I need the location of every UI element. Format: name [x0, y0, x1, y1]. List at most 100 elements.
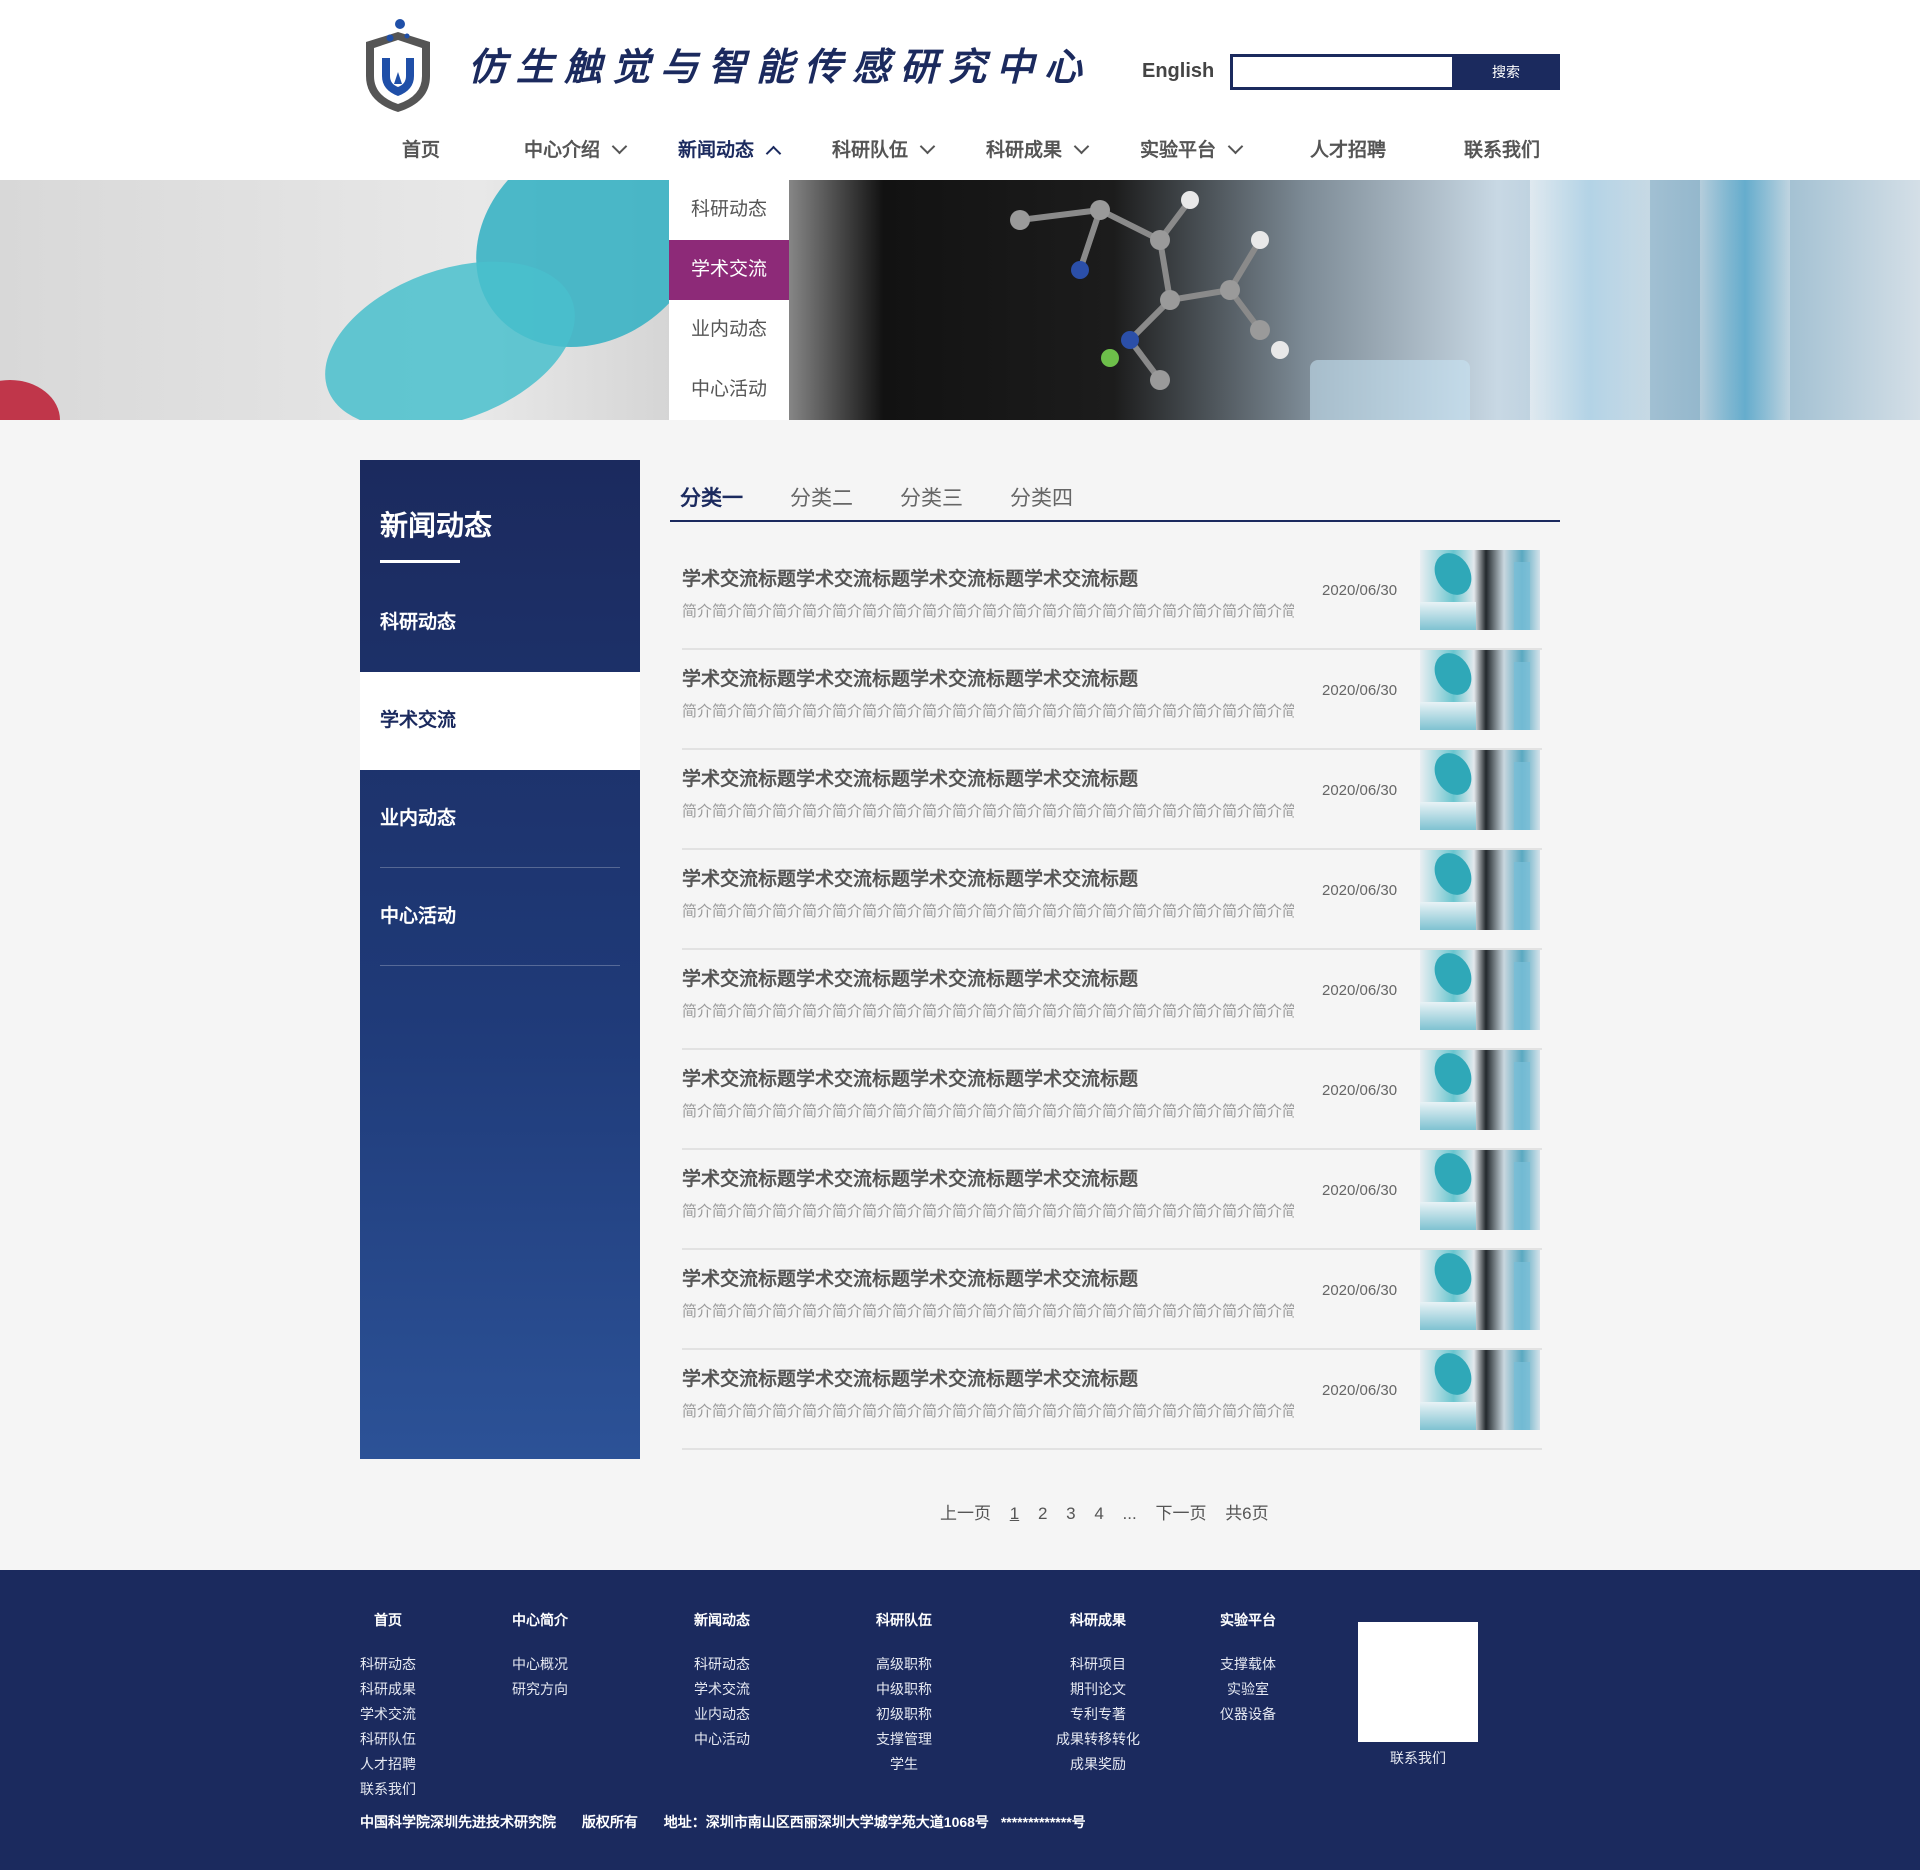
list-item-title[interactable]: 学术交流标题学术交流标题学术交流标题学术交流标题 — [682, 664, 1138, 691]
footer-link[interactable]: 支撑管理 — [876, 1727, 932, 1752]
list-item-intro: 简介简介简介简介简介简介简介简介简介简介简介简介简介简介简介简介简介简介简介简介… — [682, 1303, 1294, 1320]
page-link[interactable]: 4 — [1094, 1504, 1103, 1524]
search-input[interactable] — [1230, 54, 1452, 90]
tab-category-4[interactable]: 分类四 — [1010, 482, 1073, 512]
footer-link[interactable]: 业内动态 — [694, 1702, 750, 1727]
footer-col-heading[interactable]: 新闻动态 — [694, 1610, 750, 1630]
sidebar-item-industry-news[interactable]: 业内动态 — [360, 770, 640, 868]
sidebar-item-center-activities[interactable]: 中心活动 — [360, 868, 640, 966]
footer-link[interactable]: 中心概况 — [512, 1652, 568, 1677]
footer-link[interactable]: 期刊论文 — [1054, 1677, 1142, 1702]
dropdown-item-center-activities[interactable]: 中心活动 — [669, 360, 789, 420]
list-item-thumbnail[interactable] — [1420, 550, 1540, 630]
next-page-link[interactable]: 下一页 — [1155, 1499, 1206, 1524]
nav-item-team[interactable]: 科研队伍 — [832, 130, 936, 172]
prev-page-link[interactable]: 上一页 — [940, 1499, 991, 1524]
page-link[interactable]: 2 — [1038, 1504, 1047, 1524]
search-button[interactable]: 搜索 — [1452, 54, 1560, 90]
list-item-thumbnail[interactable] — [1420, 650, 1540, 730]
list-item-title[interactable]: 学术交流标题学术交流标题学术交流标题学术交流标题 — [682, 1264, 1138, 1291]
nav-item-recruitment[interactable]: 人才招聘 — [1310, 130, 1386, 172]
list-item-title[interactable]: 学术交流标题学术交流标题学术交流标题学术交流标题 — [682, 1164, 1138, 1191]
list-item[interactable]: 学术交流标题学术交流标题学术交流标题学术交流标题简介简介简介简介简介简介简介简介… — [682, 650, 1542, 750]
main-nav: 首页 中心介绍 新闻动态 科研队伍 科研成果 实验平台 人才招聘 联系我们 — [0, 130, 1920, 180]
footer-link[interactable]: 人才招聘 — [360, 1752, 416, 1777]
list-item[interactable]: 学术交流标题学术交流标题学术交流标题学术交流标题 简介简介简介简介简介简介简介简介… — [682, 1050, 1542, 1150]
thumb-glass-shape — [1420, 1302, 1476, 1330]
thumb-glass-shape — [1420, 1402, 1476, 1430]
list-item-title[interactable]: 学术交流标题学术交流标题学术交流标题学术交流标题 — [682, 964, 1138, 991]
footer-link[interactable]: 学术交流 — [694, 1677, 750, 1702]
footer-link[interactable]: 研究方向 — [512, 1677, 568, 1702]
tab-category-2[interactable]: 分类二 — [790, 482, 853, 512]
list-item-thumbnail[interactable] — [1420, 950, 1540, 1030]
footer-link[interactable]: 联系我们 — [360, 1777, 416, 1802]
chevron-up-icon — [765, 145, 782, 162]
footer-link[interactable]: 中心活动 — [694, 1727, 750, 1752]
list-item[interactable]: 学术交流标题学术交流标题学术交流标题学术交流标题简介简介简介简介简介简介简介简介… — [682, 950, 1542, 1050]
footer-link[interactable]: 高级职称 — [876, 1652, 932, 1677]
list-item-thumbnail[interactable] — [1420, 1150, 1540, 1230]
nav-item-contact[interactable]: 联系我们 — [1464, 130, 1540, 172]
dropdown-item-research-news[interactable]: 科研动态 — [669, 180, 789, 240]
footer-col-heading[interactable]: 科研队伍 — [876, 1610, 932, 1630]
list-item-title[interactable]: 学术交流标题学术交流标题学术交流标题学术交流标题 — [682, 864, 1138, 891]
sidebar-item-academic-exchange[interactable]: 学术交流 — [360, 672, 640, 770]
footer-col-heading[interactable]: 中心简介 — [512, 1610, 568, 1630]
footer-link[interactable]: 实验室 — [1220, 1677, 1276, 1702]
footer-link[interactable]: 中级职称 — [876, 1677, 932, 1702]
nav-item-news[interactable]: 新闻动态 — [678, 130, 782, 172]
list-item-thumbnail[interactable] — [1420, 1350, 1540, 1430]
nav-item-about[interactable]: 中心介绍 — [524, 130, 628, 172]
list-item[interactable]: 学术交流标题学术交流标题学术交流标题学术交流标题简介简介简介简介简介简介简介简介… — [682, 1250, 1542, 1350]
list-item[interactable]: 学术交流标题学术交流标题学术交流标题学术交流标题 简介简介简介简介简介简介简介简介… — [682, 550, 1542, 650]
footer-link[interactable]: 学生 — [876, 1752, 932, 1777]
footer-col-about: 中心简介 中心概况 研究方向 — [512, 1610, 568, 1702]
logo-shield-icon[interactable] — [360, 14, 436, 114]
list-item[interactable]: 学术交流标题学术交流标题学术交流标题学术交流标题 简介简介简介简介简介简介简介简介… — [682, 850, 1542, 950]
dropdown-item-industry-news[interactable]: 业内动态 — [669, 300, 789, 360]
list-item-title[interactable]: 学术交流标题学术交流标题学术交流标题学术交流标题 — [682, 1064, 1138, 1091]
footer-link[interactable]: 科研项目 — [1054, 1652, 1142, 1677]
nav-item-lab-platform[interactable]: 实验平台 — [1140, 130, 1244, 172]
footer-link[interactable]: 成果转移转化 — [1054, 1727, 1142, 1752]
footer-link[interactable]: 科研动态 — [360, 1652, 416, 1677]
list-item-title[interactable]: 学术交流标题学术交流标题学术交流标题学术交流标题 — [682, 564, 1138, 591]
english-link[interactable]: English — [1142, 60, 1214, 83]
footer-col-heading[interactable]: 实验平台 — [1220, 1610, 1276, 1630]
nav-item-home[interactable]: 首页 — [402, 130, 440, 172]
footer-link[interactable]: 仪器设备 — [1220, 1702, 1276, 1727]
footer-link[interactable]: 成果奖励 — [1054, 1752, 1142, 1777]
copyright-icp: *************号 — [1000, 1814, 1086, 1830]
footer-link[interactable]: 科研成果 — [360, 1677, 416, 1702]
list-item-thumbnail[interactable] — [1420, 850, 1540, 930]
list-item[interactable]: 学术交流标题学术交流标题学术交流标题学术交流标题 简介简介简介简介简介简介简介简介… — [682, 1350, 1542, 1450]
list-item[interactable]: 学术交流标题学术交流标题学术交流标题学术交流标题 简介简介简介简介简介简介简介简介… — [682, 750, 1542, 850]
page-link[interactable]: 3 — [1066, 1504, 1075, 1524]
footer-link[interactable]: 学术交流 — [360, 1702, 416, 1727]
dropdown-item-academic-exchange[interactable]: 学术交流 — [669, 240, 789, 300]
list-item-thumbnail[interactable] — [1420, 1050, 1540, 1130]
page-link[interactable]: 1 — [1010, 1504, 1019, 1524]
footer-link[interactable]: 科研动态 — [694, 1652, 750, 1677]
tab-category-3[interactable]: 分类三 — [900, 482, 963, 512]
list-item-thumbnail[interactable] — [1420, 1250, 1540, 1330]
list-item-thumbnail[interactable] — [1420, 750, 1540, 830]
tab-category-1[interactable]: 分类一 — [680, 482, 743, 512]
nav-item-achievements[interactable]: 科研成果 — [986, 130, 1090, 172]
list-item-intro: 简介简介简介简介简介简介简介简介简介简介简介简介简介简介简介简介简介简介简介简介… — [682, 703, 1294, 720]
footer-link[interactable]: 专利专著 — [1054, 1702, 1142, 1727]
footer-col-heading[interactable]: 科研成果 — [1054, 1610, 1142, 1630]
chevron-down-icon — [919, 138, 936, 155]
footer-col-heading[interactable]: 首页 — [360, 1610, 416, 1630]
footer-link[interactable]: 初级职称 — [876, 1702, 932, 1727]
glassware-shape — [1700, 180, 1790, 420]
list-item-title[interactable]: 学术交流标题学术交流标题学术交流标题学术交流标题 — [682, 764, 1138, 791]
footer-link[interactable]: 科研队伍 — [360, 1727, 416, 1752]
list-item-title[interactable]: 学术交流标题学术交流标题学术交流标题学术交流标题 — [682, 1364, 1138, 1391]
list-item-intro: 简介简介简介简介简介简介简介简介简介简介简介简介简介简介简介简介简介简介简介简介… — [682, 1003, 1294, 1020]
footer-link[interactable]: 支撑载体 — [1220, 1652, 1276, 1677]
list-item[interactable]: 学术交流标题学术交流标题学术交流标题学术交流标题 简介简介简介简介简介简介简介简介… — [682, 1150, 1542, 1250]
thumb-glass-shape — [1420, 902, 1476, 930]
sidebar-item-research-news[interactable]: 科研动态 — [360, 574, 640, 672]
